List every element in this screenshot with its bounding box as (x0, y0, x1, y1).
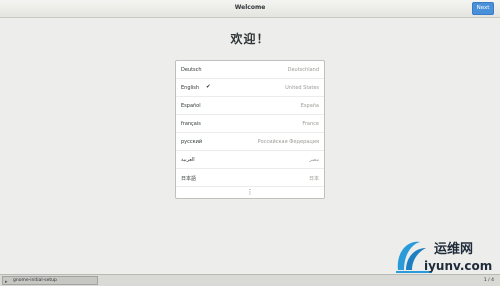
language-name: العربية (181, 157, 195, 163)
taskbar-window-button[interactable]: ▸ gnome-initial-setup (2, 276, 98, 285)
window-title: Welcome (234, 4, 266, 11)
welcome-heading: 欢迎！ (230, 32, 270, 46)
window-icon: ▸ (5, 279, 8, 285)
language-name: Deutsch (181, 67, 202, 73)
language-row-english[interactable]: English ✔ United States (176, 79, 324, 97)
language-name: 日本語 (181, 176, 197, 182)
language-region: مصر (309, 157, 319, 163)
language-name: English (181, 85, 200, 91)
watermark: 运维网 iyunv.com (392, 236, 496, 278)
header-bar: Welcome Next (0, 0, 500, 18)
language-region: United States (285, 85, 319, 91)
language-row-japanese[interactable]: 日本語 日本 (176, 169, 324, 187)
language-list: Deutsch Deutschland English ✔ United Sta… (175, 60, 325, 199)
more-vertical-icon: ⋮ (246, 188, 254, 196)
language-name: Español (181, 103, 201, 109)
language-row-deutsch[interactable]: Deutsch Deutschland (176, 61, 324, 79)
language-region: France (302, 121, 319, 127)
language-region: 日本 (308, 176, 319, 182)
watermark-url-text: iyunv.com (424, 259, 493, 273)
language-row-arabic[interactable]: العربية مصر (176, 151, 324, 169)
watermark-chinese-text: 运维网 (434, 242, 474, 257)
language-region: España (300, 103, 319, 109)
language-region: Deutschland (287, 67, 319, 73)
language-name: français (181, 121, 201, 127)
next-button[interactable]: Next (472, 2, 494, 15)
more-languages-button[interactable]: ⋮ (176, 187, 324, 200)
language-row-russian[interactable]: русский Российская Федерация (176, 133, 324, 151)
language-name: русский (181, 139, 203, 145)
language-row-espanol[interactable]: Español España (176, 97, 324, 115)
language-row-francais[interactable]: français France (176, 115, 324, 133)
language-region: Российская Федерация (257, 139, 319, 145)
page-counter: 1 / 4 (483, 278, 494, 283)
taskbar: ▸ gnome-initial-setup 1 / 4 (0, 274, 500, 286)
taskbar-window-label: gnome-initial-setup (13, 278, 57, 283)
checkmark-icon: ✔ (206, 84, 211, 90)
